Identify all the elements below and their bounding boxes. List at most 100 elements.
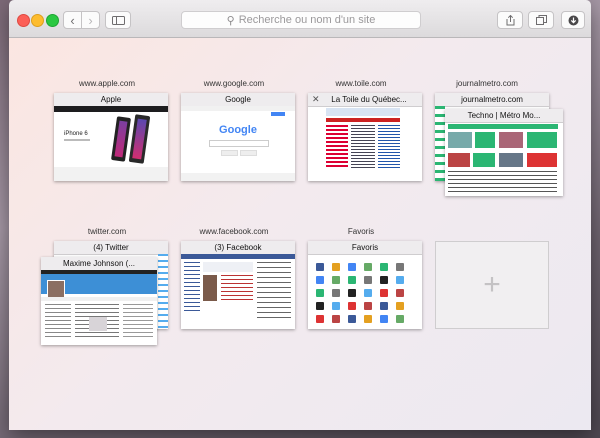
favorite-tile xyxy=(348,289,356,297)
top-sites-view: www.apple.com www.google.com www.toile.c… xyxy=(9,38,591,430)
close-window-button[interactable] xyxy=(17,14,30,27)
thumbnail-column xyxy=(326,125,348,169)
thumbnail-avatar xyxy=(47,280,65,298)
favorite-tile xyxy=(316,263,324,271)
thumbnail-text xyxy=(123,304,153,338)
site-title: Apple xyxy=(54,93,168,107)
thumbnail-text xyxy=(448,171,557,193)
thumbnail-text xyxy=(221,275,253,301)
top-site-toile[interactable]: ✕ La Toile du Québec... xyxy=(308,93,422,181)
thumbnail-sidebar xyxy=(184,262,200,312)
site-domain-label: Favoris xyxy=(347,227,375,236)
thumbnail-image xyxy=(473,153,495,167)
favorite-tile xyxy=(380,315,388,323)
favorite-tile xyxy=(332,315,340,323)
site-domain-label: www.apple.com xyxy=(78,79,136,88)
chevron-left-icon: ‹ xyxy=(70,12,75,28)
share-icon xyxy=(506,14,514,25)
top-site-facebook[interactable]: (3) Facebook xyxy=(181,241,295,329)
favorite-tile xyxy=(348,302,356,310)
thumbnail-column xyxy=(378,125,400,169)
site-title: journalmetro.com xyxy=(435,93,549,107)
site-title: Favoris xyxy=(308,241,422,255)
sidebar-icon xyxy=(111,15,125,25)
favorite-tile xyxy=(364,302,372,310)
favorite-tile xyxy=(396,315,404,323)
favorite-tile xyxy=(396,289,404,297)
thumbnail-navbar xyxy=(181,254,295,259)
favorite-tile xyxy=(332,302,340,310)
site-domain-label: www.facebook.com xyxy=(199,227,269,236)
thumbnail-image xyxy=(475,132,495,148)
favorite-tile xyxy=(364,315,372,323)
thumbnail-column xyxy=(351,125,375,169)
site-title: (3) Facebook xyxy=(181,241,295,255)
thumbnail-image xyxy=(527,153,557,167)
top-site-journalmetro-front[interactable]: Techno | Métro Mo... xyxy=(445,109,563,196)
chevron-right-icon: › xyxy=(88,12,93,28)
thumbnail-google-logo: Google xyxy=(219,124,257,136)
site-title: Google xyxy=(181,93,295,107)
thumbnail-photo xyxy=(203,275,217,301)
thumbnail-edge xyxy=(435,106,445,181)
thumbnail-footer xyxy=(181,173,295,181)
favorite-tile xyxy=(316,315,324,323)
thumbnail-nav xyxy=(448,124,558,129)
back-button[interactable]: ‹ xyxy=(63,11,82,29)
plus-icon: + xyxy=(483,268,501,301)
search-icon: ⚲ xyxy=(226,14,235,27)
thumbnail-image xyxy=(527,132,557,148)
favorite-tile xyxy=(316,276,324,284)
thumbnail-nav xyxy=(326,118,400,122)
sidebar-button[interactable] xyxy=(105,11,131,29)
share-button[interactable] xyxy=(497,11,523,29)
favorite-tile xyxy=(364,289,372,297)
thumbnail-signin xyxy=(271,112,285,116)
toolbar: ‹ › ⚲ Recherche ou nom d'un site xyxy=(9,0,591,38)
address-bar[interactable]: ⚲ Recherche ou nom d'un site xyxy=(181,11,421,29)
site-title: Maxime Johnson (... xyxy=(41,257,157,271)
site-domain-label: www.google.com xyxy=(203,79,265,88)
site-domain-label: twitter.com xyxy=(87,227,127,236)
thumbnail-image xyxy=(448,153,470,167)
thumbnail-text xyxy=(45,304,71,338)
thumbnail-product-text: iPhone 6 xyxy=(64,131,88,137)
favorite-tile xyxy=(348,315,356,323)
close-icon[interactable]: ✕ xyxy=(312,93,320,106)
favorite-tile xyxy=(396,263,404,271)
downloads-button[interactable] xyxy=(561,11,585,29)
thumbnail-button xyxy=(221,150,238,156)
thumbnail-topbar xyxy=(181,106,295,111)
thumbnail-footer xyxy=(54,167,168,181)
add-site-button[interactable]: + xyxy=(435,241,549,329)
safari-window: ‹ › ⚲ Recherche ou nom d'un site www.app… xyxy=(9,0,591,430)
favorite-tile xyxy=(380,263,388,271)
thumbnail-image xyxy=(89,317,107,331)
site-title: ✕ La Toile du Québec... xyxy=(308,93,422,107)
thumbnail-header xyxy=(326,108,400,116)
favorite-tile xyxy=(364,263,372,271)
favorite-tile xyxy=(348,263,356,271)
thumbnail-image xyxy=(499,153,523,167)
favorite-tile xyxy=(380,276,388,284)
favorite-tile xyxy=(348,276,356,284)
site-title: (4) Twitter xyxy=(54,241,168,255)
favorite-tile xyxy=(332,263,340,271)
thumbnail-image xyxy=(448,132,472,148)
minimize-window-button[interactable] xyxy=(31,14,44,27)
forward-button[interactable]: › xyxy=(81,11,100,29)
top-site-twitter-front[interactable]: Maxime Johnson (... xyxy=(41,257,157,345)
thumbnail-button xyxy=(240,150,257,156)
thumbnail-navbar xyxy=(54,106,168,112)
thumbnail-search-box xyxy=(209,140,269,147)
fullscreen-window-button[interactable] xyxy=(46,14,59,27)
favorite-tile xyxy=(332,276,340,284)
site-domain-label: journalmetro.com xyxy=(456,79,518,88)
top-site-apple[interactable]: Apple iPhone 6 xyxy=(54,93,168,181)
top-site-favoris[interactable]: Favoris xyxy=(308,241,422,329)
favorite-tile xyxy=(380,302,388,310)
top-site-google[interactable]: Google Google xyxy=(181,93,295,181)
favorite-tile xyxy=(332,289,340,297)
show-all-tabs-button[interactable] xyxy=(528,11,554,29)
thumbnail-line xyxy=(64,139,90,141)
